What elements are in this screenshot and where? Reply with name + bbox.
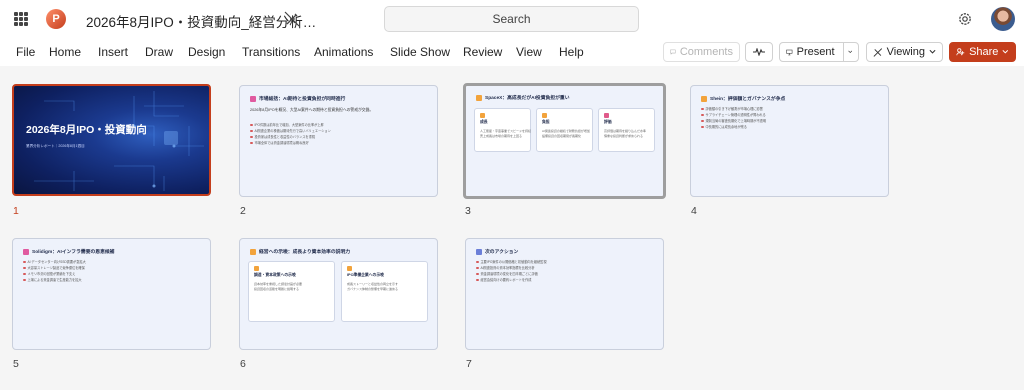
menu-review[interactable]: Review — [463, 45, 502, 59]
slide-thumbnail-2[interactable]: 市場総括：AI期待と投資負担が同時進行 2026年8月IPOを概況、大型AI案件… — [239, 85, 438, 197]
chart-icon — [250, 95, 256, 102]
list-item: 経営会議向けの要約レポートを作成 — [476, 277, 547, 283]
app-launcher-icon[interactable] — [14, 12, 28, 26]
money-icon — [254, 266, 259, 271]
chart-icon — [347, 266, 352, 271]
slide-number-3: 3 — [465, 205, 471, 217]
slide-6-card-ipo-prep: IPO準備企業への示唆 成長ストーリーと収益性の両立を示す ガバナンス体制の整備… — [341, 261, 428, 322]
slide-3-card-burden: 負担 AI関連投資の継続で財務負担が増加 設備投資の回収期間が長期化 — [536, 108, 593, 152]
record-button[interactable] — [745, 42, 773, 62]
waveform-icon — [753, 48, 765, 56]
gear-icon[interactable] — [957, 11, 973, 27]
slide-thumbnail-5[interactable]: Solidigm：AIインフラ需要の恩恵候補 AI データセンター向けSSD需要… — [12, 238, 211, 350]
menu-design[interactable]: Design — [188, 45, 225, 59]
slide-2-title: 市場総括：AI期待と投資負担が同時進行 — [250, 95, 345, 102]
share-button[interactable]: Share — [949, 42, 1016, 62]
menu-draw[interactable]: Draw — [145, 45, 173, 59]
menu-slide-show[interactable]: Slide Show — [390, 45, 450, 59]
slide-4-title: Shein：評価額とガバナンスが争点 — [701, 95, 785, 102]
search-placeholder: Search — [492, 12, 531, 26]
money-icon — [542, 113, 547, 118]
slide-1-subtitle: 業界分析レポート｜2026年8月1週目 — [26, 144, 85, 148]
slide-3-card-valuation: 評価 高評価は期待を織り込んだ水準 慎重な投資判断が求められる — [598, 108, 655, 152]
slide-5-title: Solidigm：AIインフラ需要の恩恵候補 — [23, 248, 114, 255]
lightbulb-icon — [250, 248, 256, 255]
slide-thumbnail-4[interactable]: Shein：評価額とガバナンスが争点 評価額の引き下げ観測が市場心理に影響 サプ… — [690, 85, 889, 197]
slide-7-bullets: 主要IPO案件の公開価格と初値動向を継続監視 AI関連投資の資本効率指標を比較分… — [476, 259, 547, 283]
slide-number-4: 4 — [691, 205, 697, 217]
slide-number-7: 7 — [466, 358, 472, 370]
chevron-down-icon — [1002, 50, 1009, 54]
target-icon — [604, 113, 609, 118]
viewing-mode-button[interactable]: Viewing — [866, 42, 943, 62]
star-icon — [23, 248, 29, 255]
avatar[interactable] — [991, 7, 1015, 31]
autosave-off-icon[interactable] — [283, 10, 301, 28]
growth-icon — [480, 113, 485, 118]
rocket-icon — [476, 94, 482, 101]
slide-thumbnail-1[interactable]: 2026年8月IPO・投資動向 業界分析レポート｜2026年8月1週目 — [12, 84, 211, 196]
title-bar: P 2026年8月IPO・投資動向_経営分析… Search — [0, 0, 1024, 38]
powerpoint-logo-icon: P — [46, 9, 66, 29]
slide-thumbnail-3[interactable]: SpaceX：高成長だがAI投資負担が重い 成長 人工衛星・宇宙事業でスピードを… — [463, 83, 666, 199]
slide-4-bullets: 評価額の引き下げ観測が市場心理に影響 サプライチェーン管理の透明性が問われる 規… — [701, 106, 766, 130]
search-box[interactable]: Search — [384, 6, 639, 32]
menu-view[interactable]: View — [516, 45, 542, 59]
share-label: Share — [969, 46, 999, 58]
menu-file[interactable]: File — [16, 45, 35, 59]
slide-number-6: 6 — [240, 358, 246, 370]
chevron-down-icon — [929, 49, 936, 54]
scale-icon — [701, 95, 707, 102]
comments-label: Comments — [679, 46, 733, 58]
comments-button[interactable]: Comments — [663, 42, 740, 62]
slide-7-title: 次のアクション — [476, 248, 518, 255]
present-label: Present — [796, 46, 835, 58]
slide-6-title: 経営への示唆：成長より資本効率の説明力 — [250, 248, 350, 255]
slide-3-title: SpaceX：高成長だがAI投資負担が重い — [476, 94, 570, 101]
document-title[interactable]: 2026年8月IPO・投資動向_経営分析… — [86, 11, 316, 31]
slide-thumbnail-7[interactable]: 次のアクション 主要IPO案件の公開価格と初値動向を継続監視 AI関連投資の資本… — [465, 238, 664, 350]
chevron-down-icon[interactable] — [847, 49, 852, 55]
slide-2-bullets: IPO件数は前年比で増加、大型案件の比率が上昇 AI関連企業の株価は期待先行で高… — [250, 122, 331, 146]
slide-6-card-funding: 調達・資本政策への示唆 資本効率を重視した調達計画が必要 投資回収の道筋を明確に… — [248, 261, 335, 322]
comment-icon — [670, 49, 676, 55]
people-icon — [956, 48, 965, 56]
slide-5-bullets: AI データセンター向けSSD需要が急拡大 大容量ストレージ製品で競争優位を確保… — [23, 259, 86, 283]
menu-insert[interactable]: Insert — [98, 45, 128, 59]
menu-animations[interactable]: Animations — [314, 45, 373, 59]
list-item: 中長期的には成長余地が残る — [701, 124, 766, 130]
menu-transitions[interactable]: Transitions — [242, 45, 300, 59]
list-item: 市場全体では資金調達環境は概ね良好 — [250, 140, 331, 146]
menu-help[interactable]: Help — [559, 45, 584, 59]
present-button[interactable]: Present — [779, 42, 859, 62]
slide-number-2: 2 — [240, 205, 246, 217]
slide-1-title: 2026年8月IPO・投資動向 — [26, 124, 147, 136]
slide-3-card-growth: 成長 人工衛星・宇宙事業でスピードを持続 売上成長は市場の期待を上回る — [474, 108, 531, 152]
viewing-label: Viewing — [886, 46, 925, 58]
list-item: 上場による資金調達で生産能力を拡大 — [23, 277, 86, 283]
slide-number-1: 1 — [13, 205, 19, 217]
slide-2-subtitle: 2026年8月IPOを概況、大型AI案件への期待と投資負担への警戒が交錯。 — [250, 108, 374, 112]
present-icon — [786, 49, 793, 55]
eye-off-icon — [873, 47, 883, 57]
menu-home[interactable]: Home — [49, 45, 81, 59]
arrow-right-icon — [476, 248, 482, 255]
slide-number-5: 5 — [13, 358, 19, 370]
slide-thumbnail-6[interactable]: 経営への示唆：成長より資本効率の説明力 調達・資本政策への示唆 資本効率を重視し… — [239, 238, 438, 350]
circuit-background-image — [34, 91, 204, 191]
